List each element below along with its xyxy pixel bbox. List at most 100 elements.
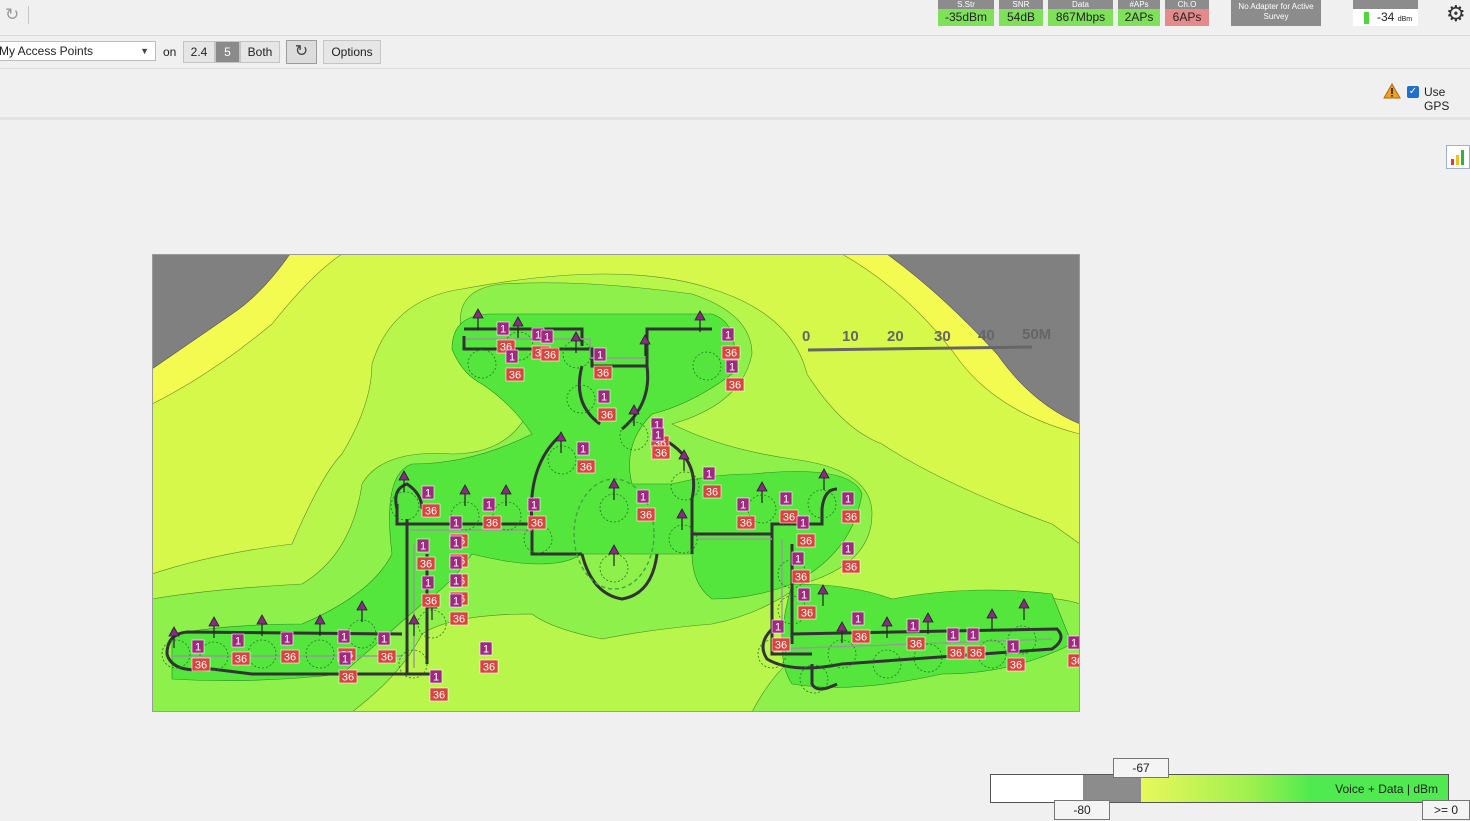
band-2-4-button[interactable]: 2.4 (183, 41, 215, 63)
options-button[interactable]: Options (323, 40, 381, 64)
channel-5-badge[interactable]: 36 (449, 611, 469, 626)
channel-5-badge[interactable]: 36 (421, 503, 441, 518)
channel-24-badge[interactable]: 1 (593, 347, 607, 362)
channel-24-badge[interactable]: 1 (449, 535, 463, 550)
channel-24-badge[interactable]: 1 (338, 651, 352, 666)
channel-24-badge[interactable]: 1 (449, 515, 463, 530)
channel-5-badge[interactable]: 36 (377, 649, 397, 664)
channel-24-badge[interactable]: 1 (421, 485, 435, 500)
channel-24-badge[interactable]: 1 (416, 538, 430, 553)
channel-24-badge[interactable]: 1 (479, 641, 493, 656)
channel-24-badge[interactable]: 1 (1067, 635, 1080, 650)
channel-5-badge[interactable]: 36 (796, 533, 816, 548)
signal-heatmap[interactable]: 0 10 20 30 40 50M 1361136136 13613613613… (152, 254, 1080, 712)
gear-icon[interactable]: ⚙ (1446, 2, 1470, 26)
channel-5-badge[interactable]: 36 (593, 365, 613, 380)
channel-5-badge[interactable]: 36 (851, 629, 871, 644)
channel-24-badge[interactable]: 1 (725, 359, 739, 374)
chart-toggle-button[interactable] (1446, 145, 1470, 169)
channel-label: 36 (425, 596, 437, 608)
signal-legend[interactable]: Voice + Data | dBm (990, 774, 1449, 803)
channel-5-badge[interactable]: 36 (505, 367, 525, 382)
channel-24-badge[interactable]: 1 (797, 587, 811, 602)
channel-5-badge[interactable]: 36 (527, 515, 547, 530)
channel-label: 1 (425, 488, 431, 500)
channel-24-badge[interactable]: 1 (231, 633, 245, 648)
channel-24-badge[interactable]: 1 (540, 329, 554, 344)
channel-24-badge[interactable]: 1 (779, 491, 793, 506)
channel-5-badge[interactable]: 36 (841, 509, 861, 524)
channel-24-badge[interactable]: 1 (505, 349, 519, 364)
channel-24-badge[interactable]: 1 (576, 441, 590, 456)
legend-threshold-bottom[interactable]: -80 (1054, 800, 1110, 820)
channel-5-badge[interactable]: 36 (191, 657, 211, 672)
ap-filter-dropdown[interactable]: My Access Points ▼ (0, 41, 156, 61)
warning-icon[interactable] (1383, 83, 1401, 99)
channel-24-badge[interactable]: 1 (702, 466, 716, 481)
channel-5-badge[interactable]: 36 (280, 649, 300, 664)
channel-5-badge[interactable]: 36 (421, 593, 441, 608)
channel-5-badge[interactable]: 36 (651, 445, 671, 460)
channel-24-badge[interactable]: 1 (280, 631, 294, 646)
channel-5-badge[interactable]: 36 (779, 509, 799, 524)
channel-24-badge[interactable]: 1 (906, 618, 920, 633)
channel-5-badge[interactable]: 36 (797, 605, 817, 620)
channel-24-badge[interactable]: 1 (791, 551, 805, 566)
channel-24-badge[interactable]: 1 (1006, 639, 1020, 654)
channel-5-badge[interactable]: 36 (482, 515, 502, 530)
channel-5-badge[interactable]: 36 (791, 569, 811, 584)
channel-5-badge[interactable]: 36 (736, 515, 756, 530)
channel-5-badge[interactable]: 36 (966, 645, 986, 660)
channel-24-badge[interactable]: 1 (482, 497, 496, 512)
channel-24-badge[interactable]: 1 (527, 497, 541, 512)
channel-5-badge[interactable]: 36 (576, 459, 596, 474)
channel-5-badge[interactable]: 36 (702, 484, 722, 499)
map-canvas[interactable]: 0 10 20 30 40 50M 1 36 1 1 36 1 36 1 36 … (0, 120, 1470, 821)
channel-24-badge[interactable]: 1 (841, 541, 855, 556)
channel-24-badge[interactable]: 1 (851, 611, 865, 626)
channel-24-badge[interactable]: 1 (736, 497, 750, 512)
channel-5-badge[interactable]: 36 (946, 645, 966, 660)
channel-5-badge[interactable]: 36 (479, 659, 499, 674)
channel-5-badge[interactable]: 36 (636, 507, 656, 522)
channel-5-badge[interactable]: 36 (725, 377, 745, 392)
redo-icon[interactable]: ↻ (5, 5, 25, 25)
channel-5-badge[interactable]: 36 (597, 407, 617, 422)
channel-24-badge[interactable]: 1 (796, 515, 810, 530)
channel-24-badge[interactable]: 1 (429, 669, 443, 684)
legend-max[interactable]: >= 0 (1422, 800, 1470, 820)
channel-24-badge[interactable]: 1 (966, 627, 980, 642)
adapter-status: No Adapter for Active Survey (1231, 0, 1321, 26)
channel-24-badge[interactable]: 1 (449, 555, 463, 570)
band-both-button[interactable]: Both (240, 41, 280, 63)
channel-24-badge[interactable]: 1 (191, 639, 205, 654)
channel-5-badge[interactable]: 36 (1067, 653, 1080, 668)
channel-5-badge[interactable]: 36 (338, 669, 358, 684)
channel-24-badge[interactable]: 1 (377, 631, 391, 646)
channel-24-badge[interactable]: 1 (636, 489, 650, 504)
channel-24-badge[interactable]: 1 (449, 593, 463, 608)
channel-24-badge[interactable]: 1 (496, 321, 510, 336)
refresh-button[interactable]: ↻ (286, 40, 317, 64)
channel-5-badge[interactable]: 36 (540, 347, 560, 362)
channel-24-badge[interactable]: 1 (337, 629, 351, 644)
use-gps-checkbox[interactable]: ✓ (1407, 86, 1419, 98)
channel-5-badge[interactable]: 36 (771, 637, 791, 652)
channel-5-badge[interactable]: 36 (721, 345, 741, 360)
channel-5-badge[interactable]: 36 (416, 556, 436, 571)
channel-24-badge[interactable]: 1 (421, 575, 435, 590)
channel-24-badge[interactable]: 1 (946, 627, 960, 642)
legend-threshold-top[interactable]: -67 (1113, 758, 1169, 778)
channel-24-badge[interactable]: 1 (841, 491, 855, 506)
channel-5-badge[interactable]: 36 (429, 687, 449, 702)
band-5-button[interactable]: 5 (215, 41, 240, 63)
channel-24-badge[interactable]: 1 (771, 619, 785, 634)
channel-5-badge[interactable]: 36 (841, 559, 861, 574)
channel-5-badge[interactable]: 36 (231, 651, 251, 666)
channel-24-badge[interactable]: 1 (721, 327, 735, 342)
channel-5-badge[interactable]: 36 (906, 636, 926, 651)
channel-24-badge[interactable]: 1 (449, 573, 463, 588)
channel-5-badge[interactable]: 36 (1006, 657, 1026, 672)
channel-24-badge[interactable]: 1 (597, 389, 611, 404)
channel-24-badge[interactable]: 1 (651, 427, 665, 442)
